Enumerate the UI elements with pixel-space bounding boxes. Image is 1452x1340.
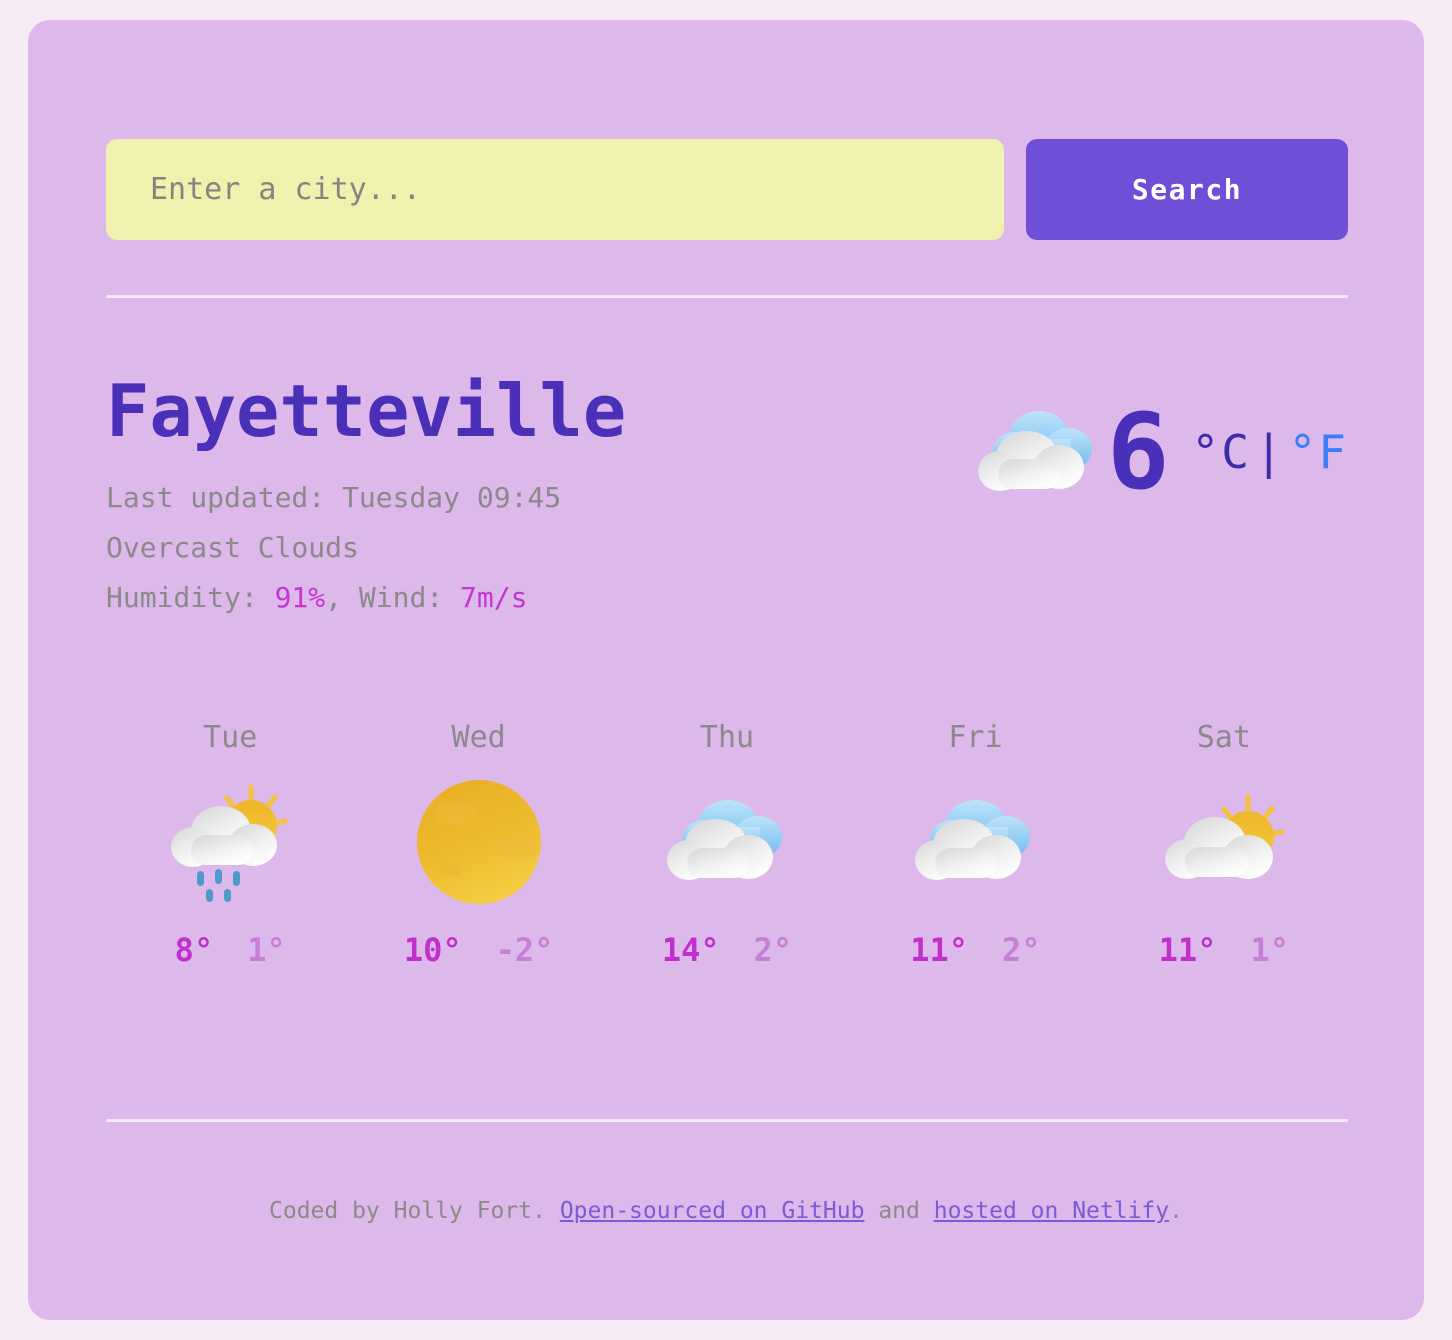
forecast-day: Sat 11° 1° xyxy=(1100,720,1348,969)
humidity-label: Humidity: xyxy=(106,580,275,614)
forecast-day-temps: 14° 2° xyxy=(662,931,792,969)
unit-separator: | xyxy=(1254,425,1285,479)
forecast-day-label: Fri xyxy=(948,720,1003,755)
forecast-max-temp: 8° xyxy=(174,931,214,969)
forecast-min-temp: 2° xyxy=(753,931,793,969)
current-temperature-value: 6 xyxy=(1106,391,1170,513)
forecast-max-temp: 14° xyxy=(661,931,720,969)
sun-behind-cloud-icon xyxy=(1159,777,1289,907)
forecast-day-label: Wed xyxy=(451,720,506,755)
sun-icon xyxy=(414,777,544,907)
search-input[interactable] xyxy=(106,139,1004,240)
forecast-day: Thu 14° 2° xyxy=(603,720,851,969)
overcast-clouds-icon xyxy=(975,397,1099,507)
celsius-unit-link[interactable]: °C xyxy=(1192,425,1251,479)
humidity-wind-line: Humidity: 91%, Wind: 7m/s xyxy=(106,573,826,623)
forecast-min-temp: 1° xyxy=(247,931,286,969)
search-button[interactable]: Search xyxy=(1026,139,1348,240)
current-weather-details: Fayetteville Last updated: Tuesday 09:45… xyxy=(106,375,826,622)
forecast-max-temp: 10° xyxy=(403,931,462,969)
cloud-icon xyxy=(662,777,792,907)
divider-top xyxy=(106,295,1348,298)
github-link[interactable]: Open-sourced on GitHub xyxy=(560,1198,865,1224)
forecast-day: Fri 11° 2° xyxy=(851,720,1099,969)
forecast-max-temp: 11° xyxy=(910,931,969,969)
sun-behind-rain-cloud-icon xyxy=(165,777,295,907)
forecast-max-temp: 11° xyxy=(1158,931,1217,969)
cloud-icon xyxy=(910,777,1040,907)
forecast-day-label: Tue xyxy=(203,720,258,755)
weather-description: Overcast Clouds xyxy=(106,530,359,564)
footer: Coded by Holly Fort. Open-sourced on Git… xyxy=(28,1198,1424,1224)
netlify-link[interactable]: hosted on Netlify xyxy=(934,1198,1169,1224)
forecast-day-temps: 11° 2° xyxy=(910,931,1040,969)
city-name: Fayetteville xyxy=(106,369,627,453)
divider-bottom xyxy=(106,1119,1348,1122)
footer-credit-text: Coded by Holly Fort. xyxy=(269,1198,546,1224)
humidity-value: 91% xyxy=(274,580,326,614)
wind-value: 7m/s xyxy=(460,580,528,614)
forecast-day-temps: 10° -2° xyxy=(404,931,554,969)
forecast-min-temp: -2° xyxy=(495,931,554,969)
fahrenheit-unit-link[interactable]: °F xyxy=(1289,425,1348,479)
forecast-day: Wed 10° -2° xyxy=(354,720,602,969)
current-weather-section: Fayetteville Last updated: Tuesday 09:45… xyxy=(106,375,1348,645)
footer-period: . xyxy=(1169,1198,1183,1224)
forecast-day-label: Sat xyxy=(1196,720,1251,755)
forecast-min-temp: 2° xyxy=(1002,931,1041,969)
current-temperature-block: 6 °C | °F xyxy=(975,397,1348,507)
search-form: Search xyxy=(106,139,1348,240)
forecast-day-label: Thu xyxy=(699,720,755,755)
forecast-day: Tue 8° 1° xyxy=(106,720,354,969)
footer-conjunction: and xyxy=(878,1198,920,1224)
wind-label: , Wind: xyxy=(325,580,461,614)
forecast-day-temps: 11° 1° xyxy=(1159,931,1289,969)
weather-app-card: Search Fayetteville Last updated: Tuesda… xyxy=(28,20,1424,1320)
forecast-day-temps: 8° 1° xyxy=(175,931,286,969)
unit-toggle: °C | °F xyxy=(1192,425,1348,479)
forecast-min-temp: 1° xyxy=(1250,931,1289,969)
forecast-row: Tue 8° 1° Wed 10° -2° Thu 14° 2° Fri 11°… xyxy=(106,720,1348,969)
last-updated-text: Last updated: Tuesday 09:45 xyxy=(106,481,562,514)
